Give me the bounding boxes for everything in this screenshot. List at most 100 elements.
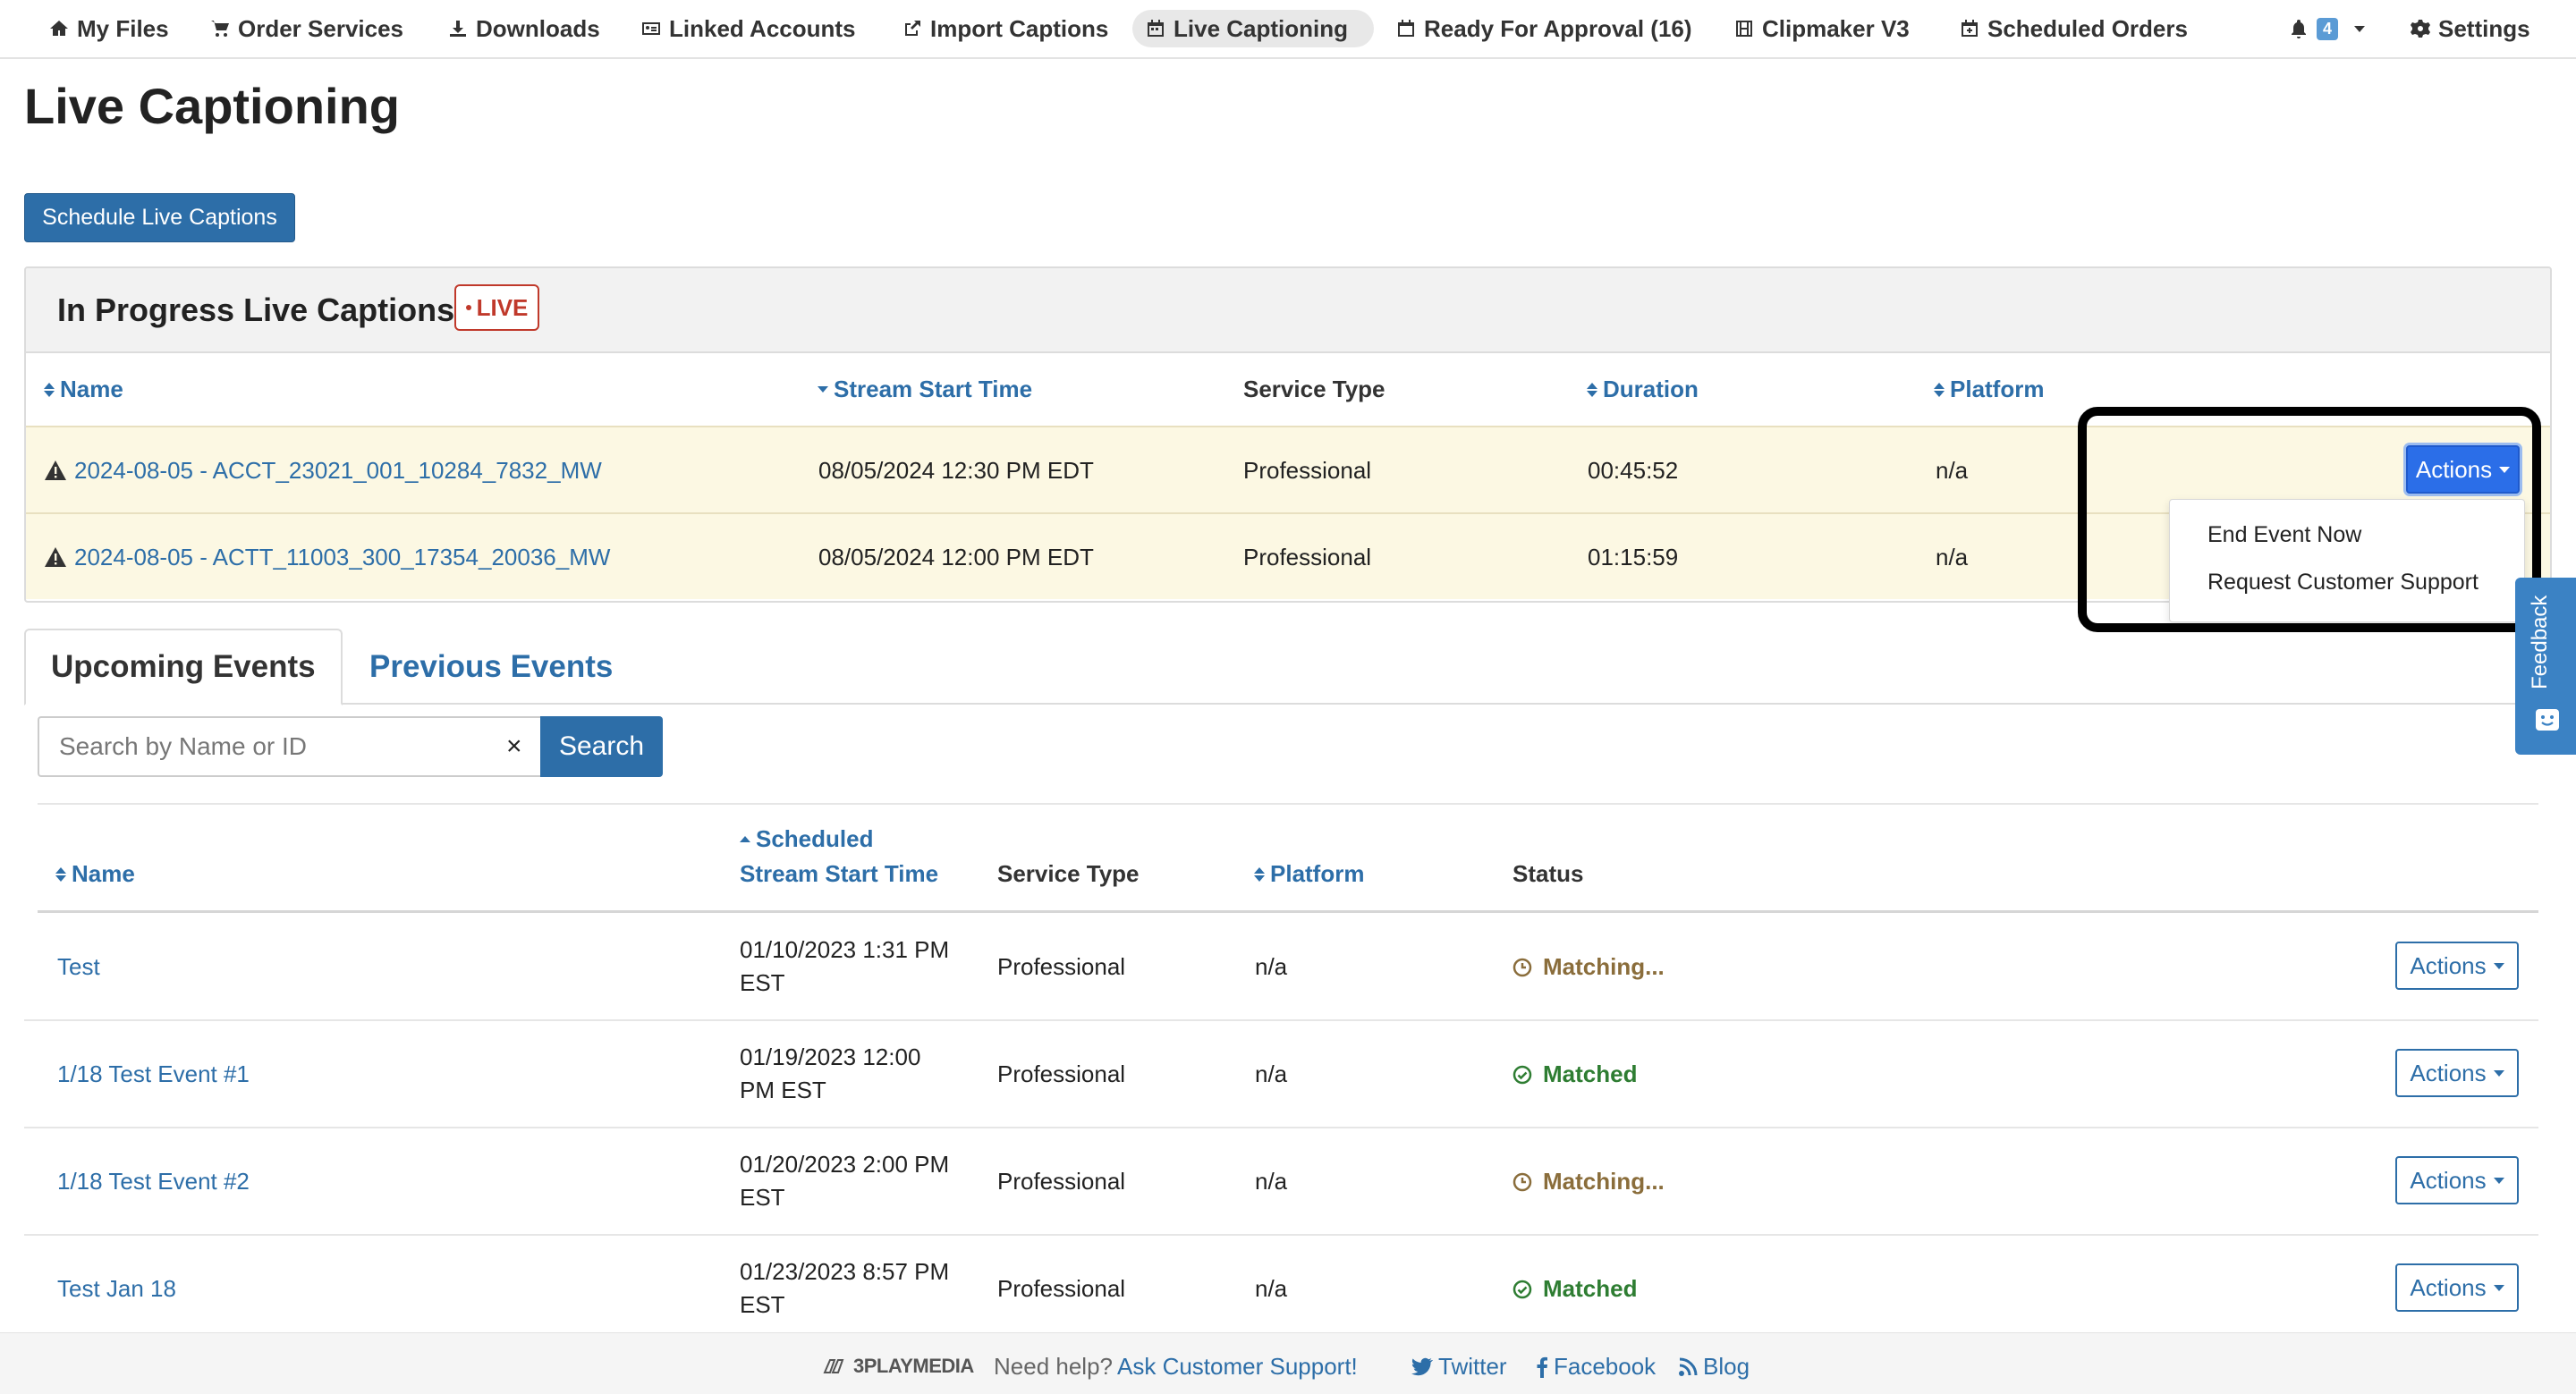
actions-button-label: Actions <box>2410 951 2487 979</box>
nav-downloads[interactable]: Downloads <box>435 10 613 47</box>
nav-scheduled-orders[interactable]: Scheduled Orders <box>1946 10 2200 47</box>
end-event-now-option[interactable]: End Event Now <box>2207 522 2361 548</box>
service-type: Professional <box>997 953 1126 980</box>
home-icon <box>50 21 68 36</box>
column-stream-start-label: Stream Start Time <box>834 376 1033 402</box>
chevron-down-icon <box>2493 1069 2504 1077</box>
in-progress-panel-header: In Progress Live Captions LIVE <box>26 268 2550 353</box>
column-scheduled[interactable]: Scheduled <box>740 825 873 853</box>
calendar-icon <box>1398 20 1414 37</box>
clock-icon <box>1513 1172 1532 1191</box>
ask-support-link[interactable]: Ask Customer Support! <box>1117 1353 1358 1381</box>
tab-previous-events[interactable]: Previous Events <box>344 629 638 705</box>
status-badge: Matched <box>1513 1060 1637 1088</box>
logo-mark-icon <box>823 1359 844 1373</box>
chevron-down-icon <box>2493 962 2504 969</box>
nav-clipmaker[interactable]: Clipmaker V3 <box>1721 10 1922 47</box>
nav-live-captioning[interactable]: Live Captioning <box>1132 10 1374 47</box>
sort-icon <box>55 866 66 882</box>
nav-import-captions[interactable]: Import Captions <box>889 10 1121 47</box>
column-platform-label: Platform <box>1950 376 2045 402</box>
event-name-link[interactable]: Test <box>57 953 100 981</box>
service-type: Professional <box>997 1060 1126 1087</box>
actions-button[interactable]: Actions <box>2395 942 2519 990</box>
column-platform[interactable]: Platform <box>1934 376 2044 403</box>
status-label: Matched <box>1543 1275 1638 1302</box>
live-dot-icon <box>465 305 471 310</box>
facebook-link[interactable]: Facebook <box>1536 1353 1656 1381</box>
sort-icon <box>1934 382 1945 397</box>
search-button[interactable]: Search <box>540 716 663 777</box>
column-platform[interactable]: Platform <box>1254 860 1364 888</box>
notifications-menu[interactable]: 4 <box>2275 10 2377 47</box>
event-name-link[interactable]: 2024-08-05 - ACCT_23021_001_10284_7832_M… <box>44 457 602 485</box>
status-label: Matching... <box>1543 953 1665 980</box>
clear-search-icon[interactable]: × <box>506 731 522 762</box>
feedback-tab[interactable]: Feedback <box>2515 578 2576 755</box>
help-text: Need help? <box>994 1353 1113 1380</box>
tab-upcoming-events[interactable]: Upcoming Events <box>24 629 343 705</box>
nav-my-files[interactable]: My Files <box>36 10 182 47</box>
status-badge: Matching... <box>1513 1168 1665 1195</box>
column-service-type: Service Type <box>1243 376 1385 402</box>
status-badge: Matching... <box>1513 953 1665 981</box>
scheduled-start-line2: EST <box>740 1184 785 1211</box>
live-badge-label: LIVE <box>476 293 529 321</box>
facebook-icon <box>1537 1356 1547 1378</box>
column-name[interactable]: Name <box>55 860 135 888</box>
actions-button[interactable]: Actions <box>2406 445 2520 494</box>
row-divider <box>24 1234 2538 1236</box>
nav-order-services[interactable]: Order Services <box>197 10 416 47</box>
column-stream-start-time[interactable]: Stream Start Time <box>740 860 938 888</box>
feedback-label: Feedback <box>2528 595 2552 689</box>
scheduled-start-line2: EST <box>740 969 785 996</box>
column-duration[interactable]: Duration <box>1587 376 1699 403</box>
event-name-link[interactable]: 2024-08-05 - ACTT_11003_300_17354_20036_… <box>44 544 610 571</box>
calendar-plus-icon <box>1962 20 1978 37</box>
duration: 00:45:52 <box>1588 457 1679 484</box>
blog-link[interactable]: Blog <box>1678 1353 1750 1381</box>
notification-count-badge: 4 <box>2317 17 2339 40</box>
column-stream-start-time[interactable]: Stream Start Time <box>818 376 1032 403</box>
download-icon <box>450 21 466 37</box>
schedule-live-captions-button[interactable]: Schedule Live Captions <box>24 193 295 242</box>
event-name-link[interactable]: Test Jan 18 <box>57 1275 176 1303</box>
request-customer-support-option[interactable]: Request Customer Support <box>2207 570 2479 596</box>
event-name-link[interactable]: 1/18 Test Event #2 <box>57 1168 250 1195</box>
nav-linked-accounts[interactable]: Linked Accounts <box>628 10 869 47</box>
actions-button[interactable]: Actions <box>2395 1263 2519 1312</box>
nav-settings-label: Settings <box>2438 14 2530 42</box>
in-progress-title: In Progress Live Captions <box>57 291 455 328</box>
actions-button-label: Actions <box>2410 1166 2487 1194</box>
id-card-icon <box>642 22 660 35</box>
twitter-link[interactable]: Twitter <box>1411 1353 1507 1381</box>
calendar-icon <box>1148 20 1164 37</box>
nav-downloads-label: Downloads <box>476 14 600 42</box>
actions-button[interactable]: Actions <box>2395 1156 2519 1204</box>
platform: n/a <box>1255 1060 1288 1087</box>
nav-live-captioning-label: Live Captioning <box>1174 14 1348 42</box>
column-scheduled-label: Scheduled <box>756 825 874 852</box>
check-circle-icon <box>1513 1065 1532 1084</box>
event-name-link[interactable]: 1/18 Test Event #1 <box>57 1060 250 1088</box>
actions-button[interactable]: Actions <box>2395 1049 2519 1097</box>
nav-settings[interactable]: Settings <box>2397 10 2543 47</box>
actions-button-label: Actions <box>2410 1059 2487 1086</box>
warning-icon <box>45 460 66 480</box>
service-type: Professional <box>997 1168 1126 1195</box>
page-title: Live Captioning <box>24 78 400 134</box>
column-name[interactable]: Name <box>44 376 123 403</box>
chevron-down-icon <box>2354 25 2366 32</box>
sort-asc-icon <box>740 836 750 842</box>
status-badge: Matched <box>1513 1275 1637 1303</box>
search-input[interactable]: Search by Name or ID <box>38 716 540 777</box>
nav-ready-for-approval[interactable]: Ready For Approval (16) <box>1383 10 1705 47</box>
stream-start-time: 08/05/2024 12:00 PM EDT <box>818 544 1094 570</box>
actions-button-label: Actions <box>2410 1273 2487 1301</box>
scheduled-start-line1: 01/20/2023 2:00 PM <box>740 1151 950 1178</box>
chevron-down-icon <box>2499 466 2511 473</box>
nav-scheduled-orders-label: Scheduled Orders <box>1987 14 2188 42</box>
chevron-down-icon <box>2493 1177 2504 1184</box>
table-divider <box>38 803 2538 805</box>
nav-linked-accounts-label: Linked Accounts <box>669 14 856 42</box>
